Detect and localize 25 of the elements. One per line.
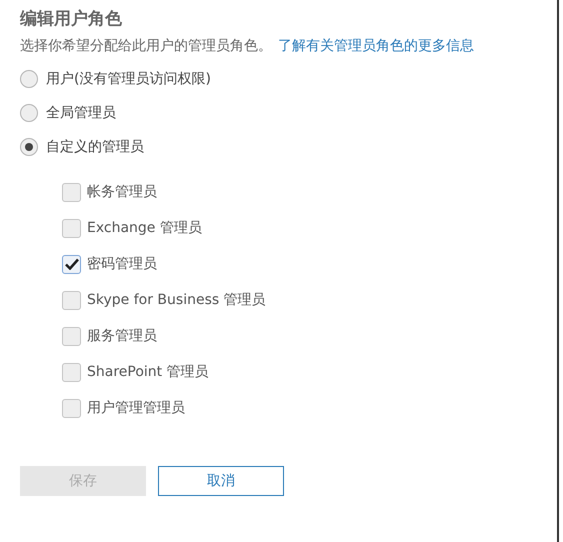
checkbox-label: Skype for Business 管理员	[87, 290, 266, 310]
checkbox[interactable]	[62, 254, 81, 274]
radio-button[interactable]	[20, 138, 38, 156]
radio-button[interactable]	[20, 104, 38, 122]
checkbox[interactable]	[62, 218, 81, 238]
radio-label: 自定义的管理员	[46, 138, 144, 156]
checkbox[interactable]	[62, 182, 81, 202]
checkbox-label: SharePoint 管理员	[87, 362, 209, 382]
check-icon	[64, 258, 78, 270]
checkbox-label: 密码管理员	[87, 254, 157, 274]
checkbox-label: 用户管理管理员	[87, 398, 185, 418]
checkbox[interactable]	[62, 398, 81, 418]
radio-button[interactable]	[20, 70, 38, 88]
checkbox-label: 帐务管理员	[87, 182, 157, 202]
checkbox-label: 服务管理员	[87, 326, 157, 346]
checkbox-label: Exchange 管理员	[87, 218, 202, 238]
checkbox[interactable]	[62, 326, 81, 346]
radio-label: 用户(没有管理员访问权限)	[46, 70, 211, 88]
description-text: 选择你希望分配给此用户的管理员角色。 了解有关管理员角色的更多信息	[20, 37, 475, 56]
radio-label: 全局管理员	[46, 104, 116, 122]
dialog-button[interactable]: 取消	[158, 466, 284, 496]
dialog-title: 编辑用户角色	[20, 8, 123, 31]
checkbox[interactable]	[62, 290, 81, 310]
learn-more-link[interactable]: 了解有关管理员角色的更多信息	[278, 38, 474, 54]
checkbox[interactable]	[62, 362, 81, 382]
